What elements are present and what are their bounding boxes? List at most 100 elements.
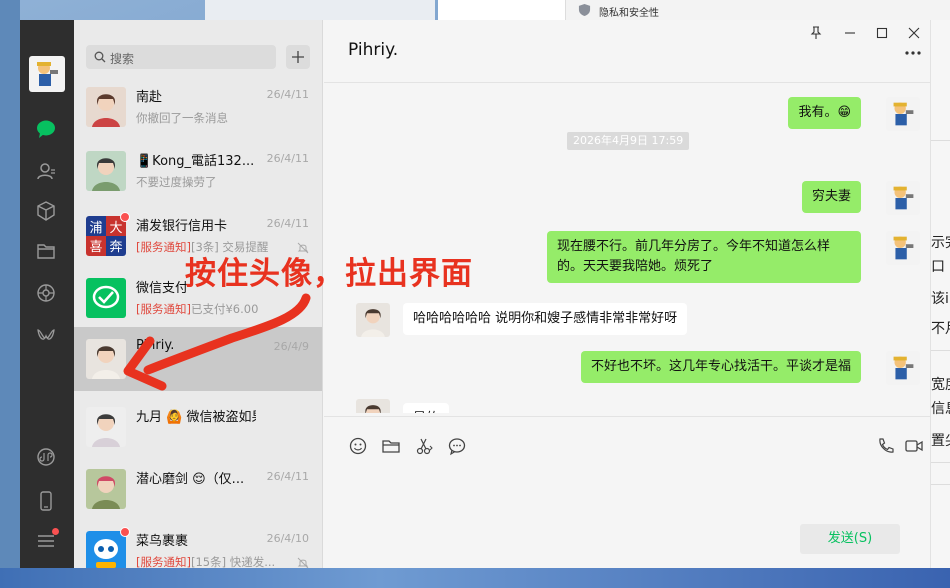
chat-list-item[interactable]: 南赴 26/4/11 你撤回了一条消息 [74, 77, 322, 139]
my-message-avatar[interactable] [886, 181, 920, 215]
chat-time: 26/4/11 [266, 152, 309, 165]
chat-list-item[interactable]: 📱Kong_電話132... 26/4/11 不要过度操劳了 [74, 139, 322, 203]
chat-name: 潜心磨剑 😌（仅... [136, 472, 245, 487]
background-settings-window: 隐私和安全性 [565, 0, 950, 20]
my-message-avatar[interactable] [886, 351, 920, 385]
chat-list-panel: 搜索 南赴 26/4/11 你撤回了一条消息 📱Kong_電話132... 26… [74, 20, 323, 568]
send-file-icon[interactable] [381, 436, 401, 456]
chat-avatar[interactable] [86, 151, 126, 191]
search-icon [94, 51, 106, 63]
chat-list-item[interactable]: Pihriy. 26/4/9 [74, 327, 322, 391]
background-window-right: 示完口该i 不月宽度信息置尖 [930, 20, 950, 568]
plus-icon [292, 51, 304, 63]
chat-name: 九月 🙆 微信被盗如果回复... [136, 410, 256, 425]
contact-message-avatar[interactable] [356, 399, 390, 413]
nav-rail [20, 20, 74, 568]
unread-badge [120, 527, 130, 537]
chat-avatar[interactable] [86, 87, 126, 127]
service-notice-tag: [服务通知] [136, 302, 191, 316]
mini-programs-icon[interactable] [35, 446, 57, 468]
chat-avatar[interactable] [86, 278, 126, 318]
chat-name: 📱Kong_電話132... [136, 154, 255, 169]
background-window-edge [205, 0, 435, 20]
screenshot-scissors-icon[interactable] [414, 436, 434, 456]
chat-icon[interactable] [35, 118, 57, 140]
search-input[interactable]: 搜索 [86, 45, 276, 69]
sent-message-bubble[interactable]: 穷夫妻 [801, 181, 861, 213]
send-button[interactable]: 发送(S) [800, 524, 900, 554]
background-window-edge-2 [438, 0, 570, 20]
menu-notification-dot [52, 528, 59, 535]
received-message-bubble[interactable]: 哈哈哈哈哈哈 说明你和嫂子感情非常非常好呀 [403, 303, 688, 335]
background-text-fragment: 置尖 [931, 433, 950, 449]
my-message-avatar[interactable] [886, 97, 920, 131]
chat-avatar[interactable] [86, 531, 126, 568]
moments-icon[interactable] [35, 282, 57, 304]
background-separator [931, 350, 950, 351]
chat-list-item[interactable]: 菜鸟裹裹 26/4/10 [服务通知][15条] 快递发... [74, 519, 322, 568]
svg-text:奔: 奔 [109, 240, 122, 255]
background-separator [931, 462, 950, 463]
channels-icon[interactable] [35, 325, 57, 347]
background-text-fragment: 不月 [931, 321, 950, 337]
contacts-icon[interactable] [35, 160, 57, 182]
background-separator [931, 140, 950, 141]
chat-time: 26/4/11 [266, 88, 309, 101]
phone-icon[interactable] [35, 490, 57, 512]
chat-name: Pihriy. [136, 338, 175, 353]
pin-icon[interactable] [808, 25, 824, 41]
message-timestamp: 2026年4月9日 17:59 [567, 132, 690, 150]
conversation-panel: Pihriy. 2026年4月9日 17:59 我有。😁 穷夫妻现在腰不行。前几年… [324, 20, 930, 568]
sent-message-bubble[interactable]: 我有。😁 [788, 97, 861, 129]
background-text-fragment: 信息 [931, 401, 950, 417]
chat-preview-text: 不要过度操劳了 [136, 175, 217, 189]
minimize-icon[interactable] [842, 25, 858, 41]
settings-item-label: 隐私和安全性 [599, 8, 659, 19]
background-text-fragment: 宽度 [931, 377, 950, 393]
chat-list-item[interactable]: 潜心磨剑 😌（仅... 26/4/11 [74, 457, 322, 521]
chat-avatar[interactable] [86, 469, 126, 509]
chat-preview-text: 你撤回了一条消息 [136, 111, 228, 125]
background-separator [931, 484, 950, 485]
chat-time: 26/4/11 [266, 470, 309, 483]
mute-bell-icon [297, 557, 309, 568]
emoji-icon[interactable] [348, 436, 368, 456]
chat-avatar[interactable] [86, 339, 126, 379]
sent-message-bubble[interactable]: 现在腰不行。前几年分房了。今年不知道怎么样的。天天要我陪她。烦死了 [547, 231, 861, 283]
unread-badge [120, 212, 130, 222]
video-call-icon[interactable] [904, 436, 924, 456]
svg-text:大: 大 [109, 221, 122, 236]
chat-name: 菜鸟裹裹 [136, 534, 189, 549]
chat-list-item[interactable]: 九月 🙆 微信被盗如果回复... [74, 395, 322, 459]
close-icon[interactable] [906, 25, 922, 41]
toolbar-divider [324, 416, 930, 417]
conversation-title: Pihriy. [348, 40, 399, 60]
chat-avatar[interactable] [86, 407, 126, 447]
chat-history-icon[interactable] [447, 436, 467, 456]
background-text-fragment: 口 [931, 259, 945, 275]
svg-text:喜: 喜 [89, 240, 102, 255]
chat-avatar[interactable]: 浦大喜奔 [86, 216, 126, 256]
desktop-left-strip [0, 0, 20, 588]
chat-preview: 你撤回了一条消息 [136, 110, 296, 126]
received-message-bubble[interactable]: 是的 [403, 403, 450, 413]
chat-preview-text: 已支付¥6.00 [190, 302, 259, 316]
files-folder-icon[interactable] [35, 240, 57, 262]
maximize-icon[interactable] [874, 25, 890, 41]
voice-call-icon[interactable] [876, 436, 896, 456]
chat-name: 浦发银行信用卡 [136, 219, 228, 234]
add-button[interactable] [286, 45, 310, 69]
chat-preview: [服务通知][15条] 快递发... [136, 554, 296, 568]
favorites-cube-icon[interactable] [35, 200, 57, 222]
my-avatar[interactable] [29, 56, 65, 92]
contact-message-avatar[interactable] [356, 303, 390, 337]
more-options-icon[interactable] [904, 50, 922, 56]
background-text-fragment: 示完 [931, 235, 950, 251]
chat-name: 南赴 [136, 90, 163, 105]
my-message-avatar[interactable] [886, 231, 920, 265]
desktop-taskbar-area [0, 568, 950, 588]
chat-preview-text: [15条] 快递发... [190, 555, 276, 568]
chat-time: 26/4/10 [266, 532, 309, 545]
chat-list: 南赴 26/4/11 你撤回了一条消息 📱Kong_電話132... 26/4/… [74, 77, 322, 568]
sent-message-bubble[interactable]: 不好也不坏。这几年专心找活干。平谈才是福 [580, 351, 861, 383]
